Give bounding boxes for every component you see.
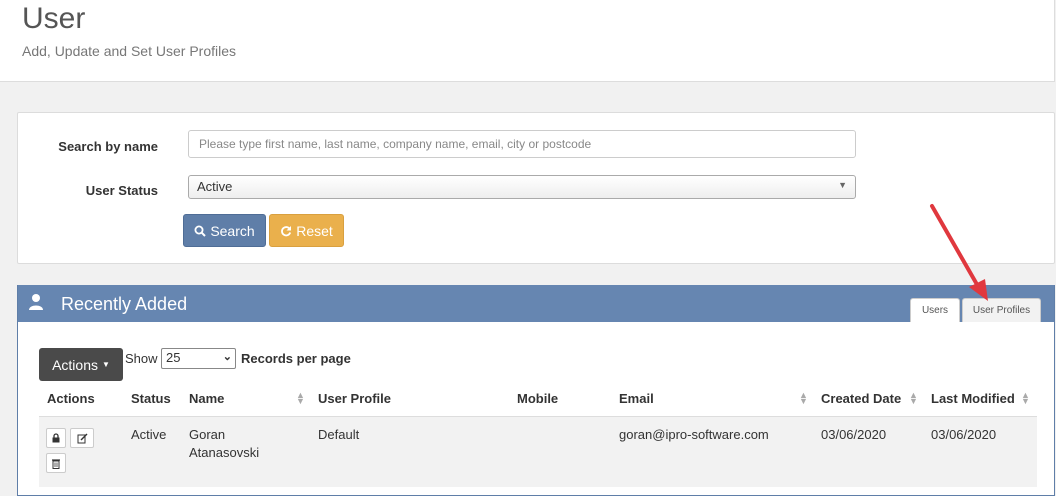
column-header-last-modified[interactable]: Last Modified — [931, 391, 1015, 406]
user-status-value: Active — [197, 179, 233, 194]
page-header: User Add, Update and Set User Profiles — [0, 0, 1055, 82]
search-button[interactable]: Search — [183, 214, 266, 247]
edit-button[interactable] — [70, 428, 94, 448]
annotation-arrow — [930, 204, 988, 301]
row-created-date: 03/06/2020 — [821, 427, 887, 442]
search-icon — [194, 225, 207, 237]
sort-icon[interactable]: ▲ ▼ — [909, 391, 918, 406]
chevron-down-icon: ⌄ — [222, 351, 232, 363]
column-header-mobile: Mobile — [517, 391, 559, 406]
reset-button[interactable]: Reset — [269, 214, 344, 247]
page-subtitle: Add, Update and Set User Profiles — [22, 43, 237, 59]
trash-icon — [52, 458, 60, 469]
column-header-actions: Actions — [47, 391, 95, 406]
sort-icon[interactable]: ▲ ▼ — [799, 391, 808, 406]
row-email: goran@ipro-software.com — [619, 427, 769, 442]
refresh-icon — [281, 225, 292, 236]
chevron-down-icon: ▼ — [838, 180, 847, 190]
row-name-last: Atanasovski — [189, 445, 260, 460]
column-header-name[interactable]: Name — [189, 391, 224, 406]
search-panel: Search by name User Status Active ▼ Sear… — [17, 112, 1055, 264]
sort-icon[interactable]: ▲ ▼ — [296, 391, 305, 406]
caret-down-icon: ▼ — [102, 360, 110, 369]
lock-icon — [52, 433, 60, 443]
search-name-label: Search by name — [58, 139, 158, 154]
row-user-profile: Default — [318, 427, 360, 442]
edit-icon — [77, 433, 87, 443]
sort-icon[interactable]: ▲ ▼ — [1021, 391, 1030, 406]
search-input[interactable] — [188, 130, 856, 158]
user-icon — [29, 294, 43, 310]
actions-button-label: Actions — [52, 356, 98, 373]
column-header-created-date[interactable]: Created Date — [821, 391, 901, 406]
show-label: Show — [125, 351, 158, 366]
user-status-select[interactable]: Active ▼ — [188, 175, 856, 199]
column-header-status: Status — [131, 391, 171, 406]
records-per-page-value: 25 — [166, 350, 181, 365]
user-status-label: User Status — [85, 183, 158, 198]
records-per-page-select[interactable]: 25 ⌄ — [161, 348, 236, 369]
row-last-modified: 03/06/2020 — [931, 427, 997, 442]
column-header-email[interactable]: Email — [619, 391, 654, 406]
row-status: Active — [131, 427, 167, 442]
records-per-page-label: Records per page — [241, 351, 351, 366]
recently-added-header: Recently Added Users User Profiles — [18, 285, 1054, 322]
actions-dropdown-button[interactable]: Actions ▼ — [39, 348, 123, 381]
column-header-user-profile: User Profile — [318, 391, 391, 406]
delete-button[interactable] — [46, 453, 66, 473]
recently-added-title: Recently Added — [61, 294, 188, 314]
recently-added-panel: Recently Added Users User Profiles Actio… — [17, 285, 1055, 496]
row-name-first: Goran — [189, 427, 226, 442]
page-title: User — [22, 2, 86, 35]
permissions-button[interactable] — [46, 428, 66, 448]
reset-button-label: Reset — [296, 222, 333, 239]
search-button-label: Search — [210, 222, 255, 239]
